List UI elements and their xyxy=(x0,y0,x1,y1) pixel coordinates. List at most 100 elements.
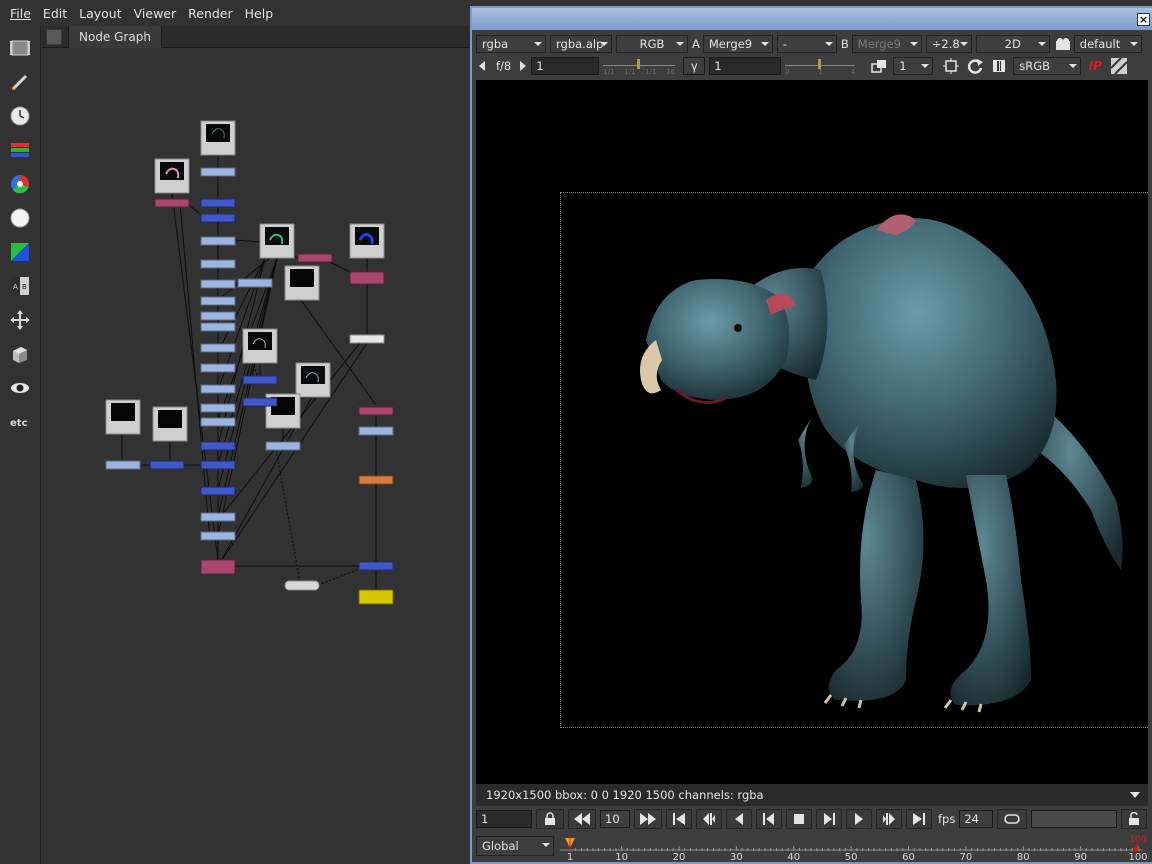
read-node-9[interactable] xyxy=(105,399,141,435)
transform-icon[interactable] xyxy=(8,308,32,332)
increment-field[interactable]: 10 xyxy=(600,810,630,828)
stop-icon[interactable] xyxy=(786,809,812,829)
read-node-1[interactable] xyxy=(200,120,236,156)
unlock-icon[interactable] xyxy=(1121,809,1148,829)
viewer-window: × rgba rgba.alp RGB A Merge9 - B Merge9 … xyxy=(470,6,1152,864)
grade-node[interactable] xyxy=(358,475,394,485)
merge-icon[interactable]: AB xyxy=(8,274,32,298)
next-frame-icon[interactable] xyxy=(816,809,842,829)
pause-icon[interactable] xyxy=(989,57,1009,75)
playback-range-field[interactable] xyxy=(1031,810,1118,828)
gain-increase-icon[interactable] xyxy=(517,57,529,75)
close-icon[interactable]: × xyxy=(1137,13,1150,26)
read-node-10[interactable] xyxy=(152,406,188,442)
node-graph xyxy=(105,120,394,605)
play-backward-icon[interactable] xyxy=(726,809,752,829)
node-graph-canvas[interactable] xyxy=(42,48,470,864)
wipe-mode-dropdown[interactable]: - xyxy=(776,35,837,53)
menu-render[interactable]: Render xyxy=(182,6,239,21)
out-point-label: 100 xyxy=(1129,835,1146,845)
viewer-viewport[interactable] xyxy=(476,80,1148,784)
gain-decrease-icon[interactable] xyxy=(476,57,488,75)
layer-dropdown[interactable]: rgba.alp xyxy=(550,35,612,53)
menu-help[interactable]: Help xyxy=(239,6,280,21)
timeline-ruler[interactable]: 1 10 20 30 40 50 60 70 80 90 100 100 xyxy=(558,834,1148,862)
menu-file[interactable]: File xyxy=(4,6,37,21)
playback-controls: 1 10 fps 24 xyxy=(476,808,1148,830)
previous-keyframe-icon[interactable] xyxy=(696,809,722,829)
time-icon[interactable] xyxy=(8,104,32,128)
fstop-label: f/8 xyxy=(496,59,512,73)
view-mode-dropdown[interactable]: 2D xyxy=(975,35,1050,53)
image-icon[interactable] xyxy=(8,36,32,60)
gamma-field[interactable]: 1 xyxy=(709,57,782,75)
draw-icon[interactable] xyxy=(8,70,32,94)
gain-tick: 1/1 xyxy=(624,68,636,76)
refresh-icon[interactable] xyxy=(965,57,985,75)
b-input-label: B xyxy=(840,37,849,51)
a-input-label: A xyxy=(692,37,700,51)
display-channel-dropdown[interactable]: RGB xyxy=(616,35,688,53)
camera-icon[interactable] xyxy=(1054,35,1072,53)
channels-dropdown[interactable]: rgba xyxy=(476,35,546,53)
pane-menu-handle[interactable] xyxy=(46,29,62,45)
blur-node[interactable] xyxy=(349,334,385,344)
menu-edit[interactable]: Edit xyxy=(37,6,73,21)
read-node-5[interactable] xyxy=(284,265,320,301)
timeline-label: 1 xyxy=(567,852,573,862)
gain-field[interactable]: 1 xyxy=(531,57,600,75)
timeline-label: 80 xyxy=(1017,852,1030,862)
node-toolbar: AB etc xyxy=(0,26,41,864)
hatch-icon[interactable] xyxy=(1109,57,1129,75)
roi-icon[interactable] xyxy=(941,57,961,75)
read-node-6[interactable] xyxy=(242,328,278,364)
next-keyframe-icon[interactable] xyxy=(876,809,902,829)
filter-icon[interactable] xyxy=(8,206,32,230)
timeline-label: 60 xyxy=(902,852,915,862)
frame-range-dropdown[interactable]: Global xyxy=(476,836,554,856)
colorspace-dropdown[interactable]: sRGB xyxy=(1013,57,1082,75)
first-frame-icon[interactable] xyxy=(666,809,692,829)
expression-node[interactable] xyxy=(284,580,320,591)
previous-frame-icon[interactable] xyxy=(756,809,782,829)
proxy-dropdown[interactable]: 1 xyxy=(893,57,934,75)
read-node-3[interactable] xyxy=(259,223,295,259)
tab-node-graph[interactable]: Node Graph xyxy=(68,26,162,48)
current-frame-field[interactable]: 1 xyxy=(476,810,532,828)
lut-dropdown[interactable]: default xyxy=(1073,35,1142,53)
gamma-tick: 4 xyxy=(850,68,856,76)
gamma-tick: 0 xyxy=(785,68,790,76)
gain-tick: 1/1 xyxy=(645,68,657,76)
a-input-dropdown[interactable]: Merge9 xyxy=(702,35,773,53)
viewer-info-bar: 1920x1500 bbox: 0 0 1920 1500 channels: … xyxy=(476,784,1148,806)
views-icon[interactable] xyxy=(8,376,32,400)
b-input-dropdown[interactable]: Merge9 xyxy=(851,35,922,53)
gamma-slider[interactable]: 0 1 4 xyxy=(785,57,856,76)
read-node-4[interactable] xyxy=(349,223,385,259)
step-back-increment-icon[interactable] xyxy=(568,809,596,829)
fps-field[interactable]: 24 xyxy=(959,810,994,828)
viewer-titlebar[interactable]: × xyxy=(472,8,1152,30)
input-process-toggle[interactable]: IP xyxy=(1085,57,1105,75)
last-frame-icon[interactable] xyxy=(906,809,932,829)
3d-icon[interactable] xyxy=(8,342,32,366)
node-graph-tabbar: Node Graph xyxy=(42,26,470,48)
gain-tick: 1/1 xyxy=(603,68,615,76)
viewer-node[interactable] xyxy=(358,589,394,605)
keyer-icon[interactable] xyxy=(8,240,32,264)
channel-icon[interactable] xyxy=(8,138,32,162)
color-icon[interactable] xyxy=(8,172,32,196)
lock-icon[interactable] xyxy=(536,809,564,829)
zoom-dropdown[interactable]: ÷2.8 xyxy=(925,35,972,53)
gain-slider[interactable]: 1/1 1/1 1/1 16 xyxy=(603,57,676,76)
read-node-2[interactable] xyxy=(154,158,190,194)
menu-viewer[interactable]: Viewer xyxy=(128,6,183,21)
step-forward-increment-icon[interactable] xyxy=(634,809,662,829)
proxy-icon[interactable] xyxy=(869,57,889,75)
loop-icon[interactable] xyxy=(997,809,1028,829)
read-node-7[interactable] xyxy=(295,362,331,398)
play-forward-icon[interactable] xyxy=(846,809,872,829)
other-icon[interactable]: etc xyxy=(8,410,32,434)
menu-layout[interactable]: Layout xyxy=(73,6,128,21)
chevron-down-icon[interactable] xyxy=(1130,792,1140,798)
